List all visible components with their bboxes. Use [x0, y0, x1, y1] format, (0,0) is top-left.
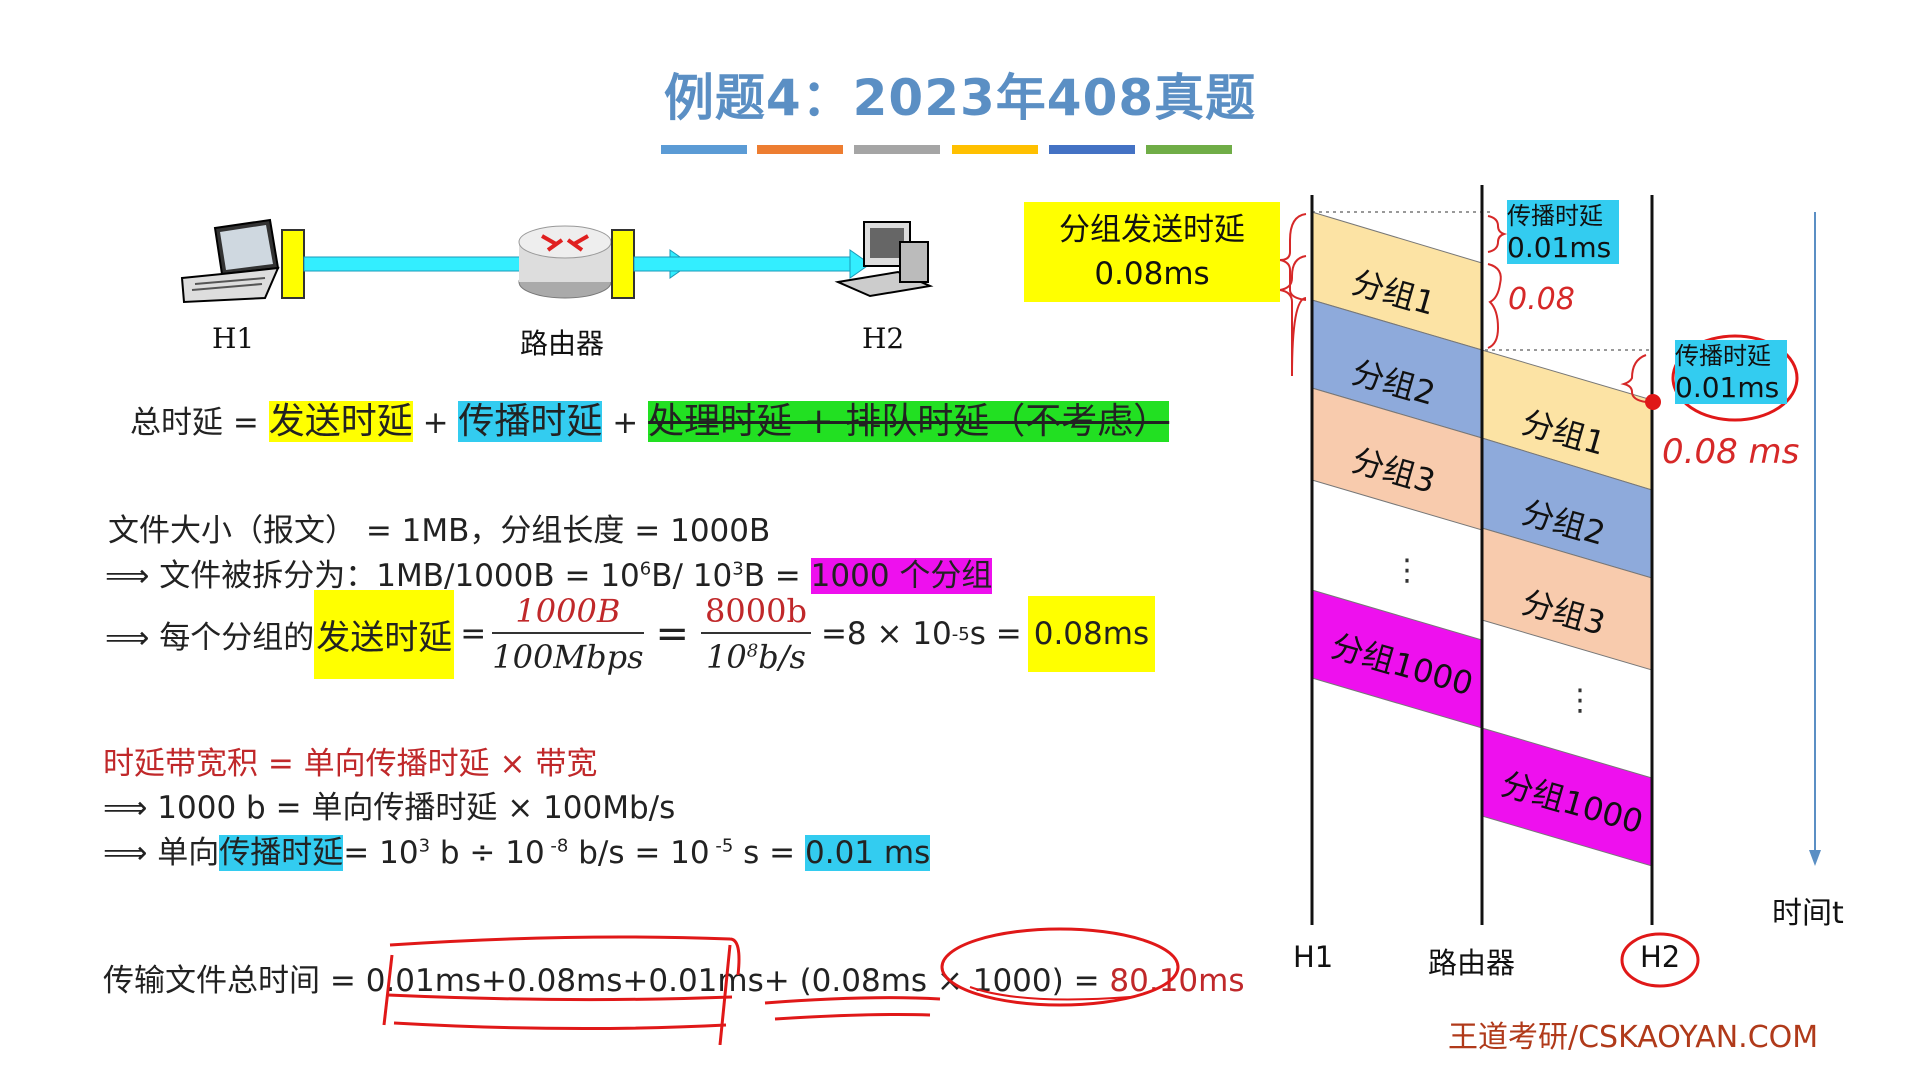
send-calc-prefix: ⟹ 每个分组的	[105, 619, 315, 656]
accent-bar-6	[1146, 145, 1232, 154]
accent-bar-5	[1049, 145, 1135, 154]
plus-sign: +	[422, 405, 449, 441]
prop-delay-box-1: 传播时延 0.01ms	[1507, 200, 1619, 264]
page-title: 例题4：2023年408真题	[663, 69, 1257, 127]
total-delay-lhs: 总时延 =	[130, 405, 259, 441]
fraction-2-numerator: 8000b	[701, 592, 811, 634]
axis-h1-label: H1	[1293, 940, 1334, 974]
prop-calc-d: s =	[733, 835, 796, 871]
fraction-2: 8000b 108b/s	[701, 592, 811, 676]
split-exp1: 6	[639, 558, 652, 580]
prop-delay-box-2-label: 传播时延	[1675, 342, 1771, 370]
send-delay-box: 分组发送时延 0.08ms	[1024, 202, 1280, 302]
prop-calc-exp3: -5	[709, 835, 734, 857]
h1-ellipsis: ⋮	[1392, 553, 1422, 588]
den-base: 10	[706, 638, 747, 676]
bdp-definition: 时延带宽积 = 单向传播时延 × 带宽	[103, 746, 598, 782]
prop-calc-a: = 10	[343, 835, 419, 871]
file-size-line: 文件大小（报文） = 1MB，分组长度 = 1000B	[108, 513, 771, 549]
accent-bar-2	[757, 145, 843, 154]
prop-calc-c: b/s = 10	[568, 835, 710, 871]
send-calc-result-expr: =8 × 10	[820, 616, 952, 652]
fraction-1-numerator: 1000B	[492, 592, 644, 634]
bdp-equation: ⟹ 1000 b = 单向传播时延 × 100Mb/s	[103, 790, 676, 826]
prop-calc-prefix: ⟹ 单向	[103, 835, 220, 871]
send-calc-eq: =	[655, 611, 690, 657]
send-calc-eq: =	[460, 616, 487, 652]
prop-delay-result: 0.01 ms	[805, 835, 931, 871]
prop-calc-b: b ÷ 10	[430, 835, 545, 871]
split-suffix: B =	[743, 558, 801, 594]
accent-bar-1	[661, 145, 747, 154]
axis-h2-label: H2	[1640, 940, 1681, 974]
plus-sign: +	[612, 405, 639, 441]
prop-calc-highlight: 传播时延	[219, 835, 344, 871]
accent-bar-3	[854, 145, 940, 154]
laptop-icon	[180, 218, 280, 304]
prop-delay-box-2: 传播时延 0.01ms	[1675, 340, 1787, 404]
den-exp: 8	[746, 640, 759, 662]
handwritten-008: 0.08	[1508, 282, 1575, 317]
accent-bar-4	[952, 145, 1038, 154]
watermark: 王道考研/CSKAOYAN.COM	[1448, 1020, 1819, 1055]
handwritten-008ms: 0.08 ms	[1662, 432, 1800, 472]
prop-calc-exp1: 3	[418, 835, 431, 857]
h1-label: H1	[212, 322, 255, 355]
total-time-label: 传输文件总时间 =	[103, 963, 356, 999]
prop-delay-term: 传播时延	[458, 401, 603, 442]
prop-delay-box-1-label: 传播时延	[1507, 202, 1603, 230]
router-ellipsis: ⋮	[1565, 683, 1595, 718]
fraction-2-denominator: 108b/s	[701, 634, 811, 676]
send-delay-calc: ⟹ 每个分组的 发送时延 = 1000B 100Mbps = 8000b 108…	[105, 589, 1156, 679]
router-icon	[518, 225, 612, 299]
fraction-1-denominator: 100Mbps	[492, 638, 644, 676]
send-delay-box-label: 分组发送时延	[1059, 212, 1245, 248]
time-axis-label: 时间t	[1772, 896, 1844, 931]
split-exp2: 3	[732, 558, 744, 580]
send-delay-term: 发送时延	[268, 401, 413, 442]
split-mid: B/ 10	[651, 558, 733, 594]
router-label: 路由器	[520, 327, 605, 360]
split-count-line: ⟹ 文件被拆分为：1MB/1000B = 106B/ 103B = 1000 个…	[105, 550, 993, 595]
prop-delay-box-1-value: 0.01ms	[1507, 231, 1612, 264]
packet-count-highlight: 1000 个分组	[810, 558, 993, 594]
axis-router-label: 路由器	[1428, 946, 1516, 980]
fraction-1: 1000B 100Mbps	[492, 592, 644, 676]
send-delay-box-value: 0.08ms	[1094, 256, 1210, 292]
send-calc-highlight: 发送时延	[314, 589, 455, 679]
prop-delay-box-2-value: 0.01ms	[1675, 371, 1780, 404]
h2-label: H2	[862, 322, 905, 355]
den-unit: b/s	[758, 638, 806, 676]
network-topology	[180, 218, 934, 304]
send-calc-exp: -5	[951, 623, 970, 645]
prop-calc-exp2: -8	[544, 835, 569, 857]
prop-delay-calc: ⟹ 单向传播时延= 103 b ÷ 10 -8 b/s = 10 -5 s = …	[103, 827, 931, 872]
